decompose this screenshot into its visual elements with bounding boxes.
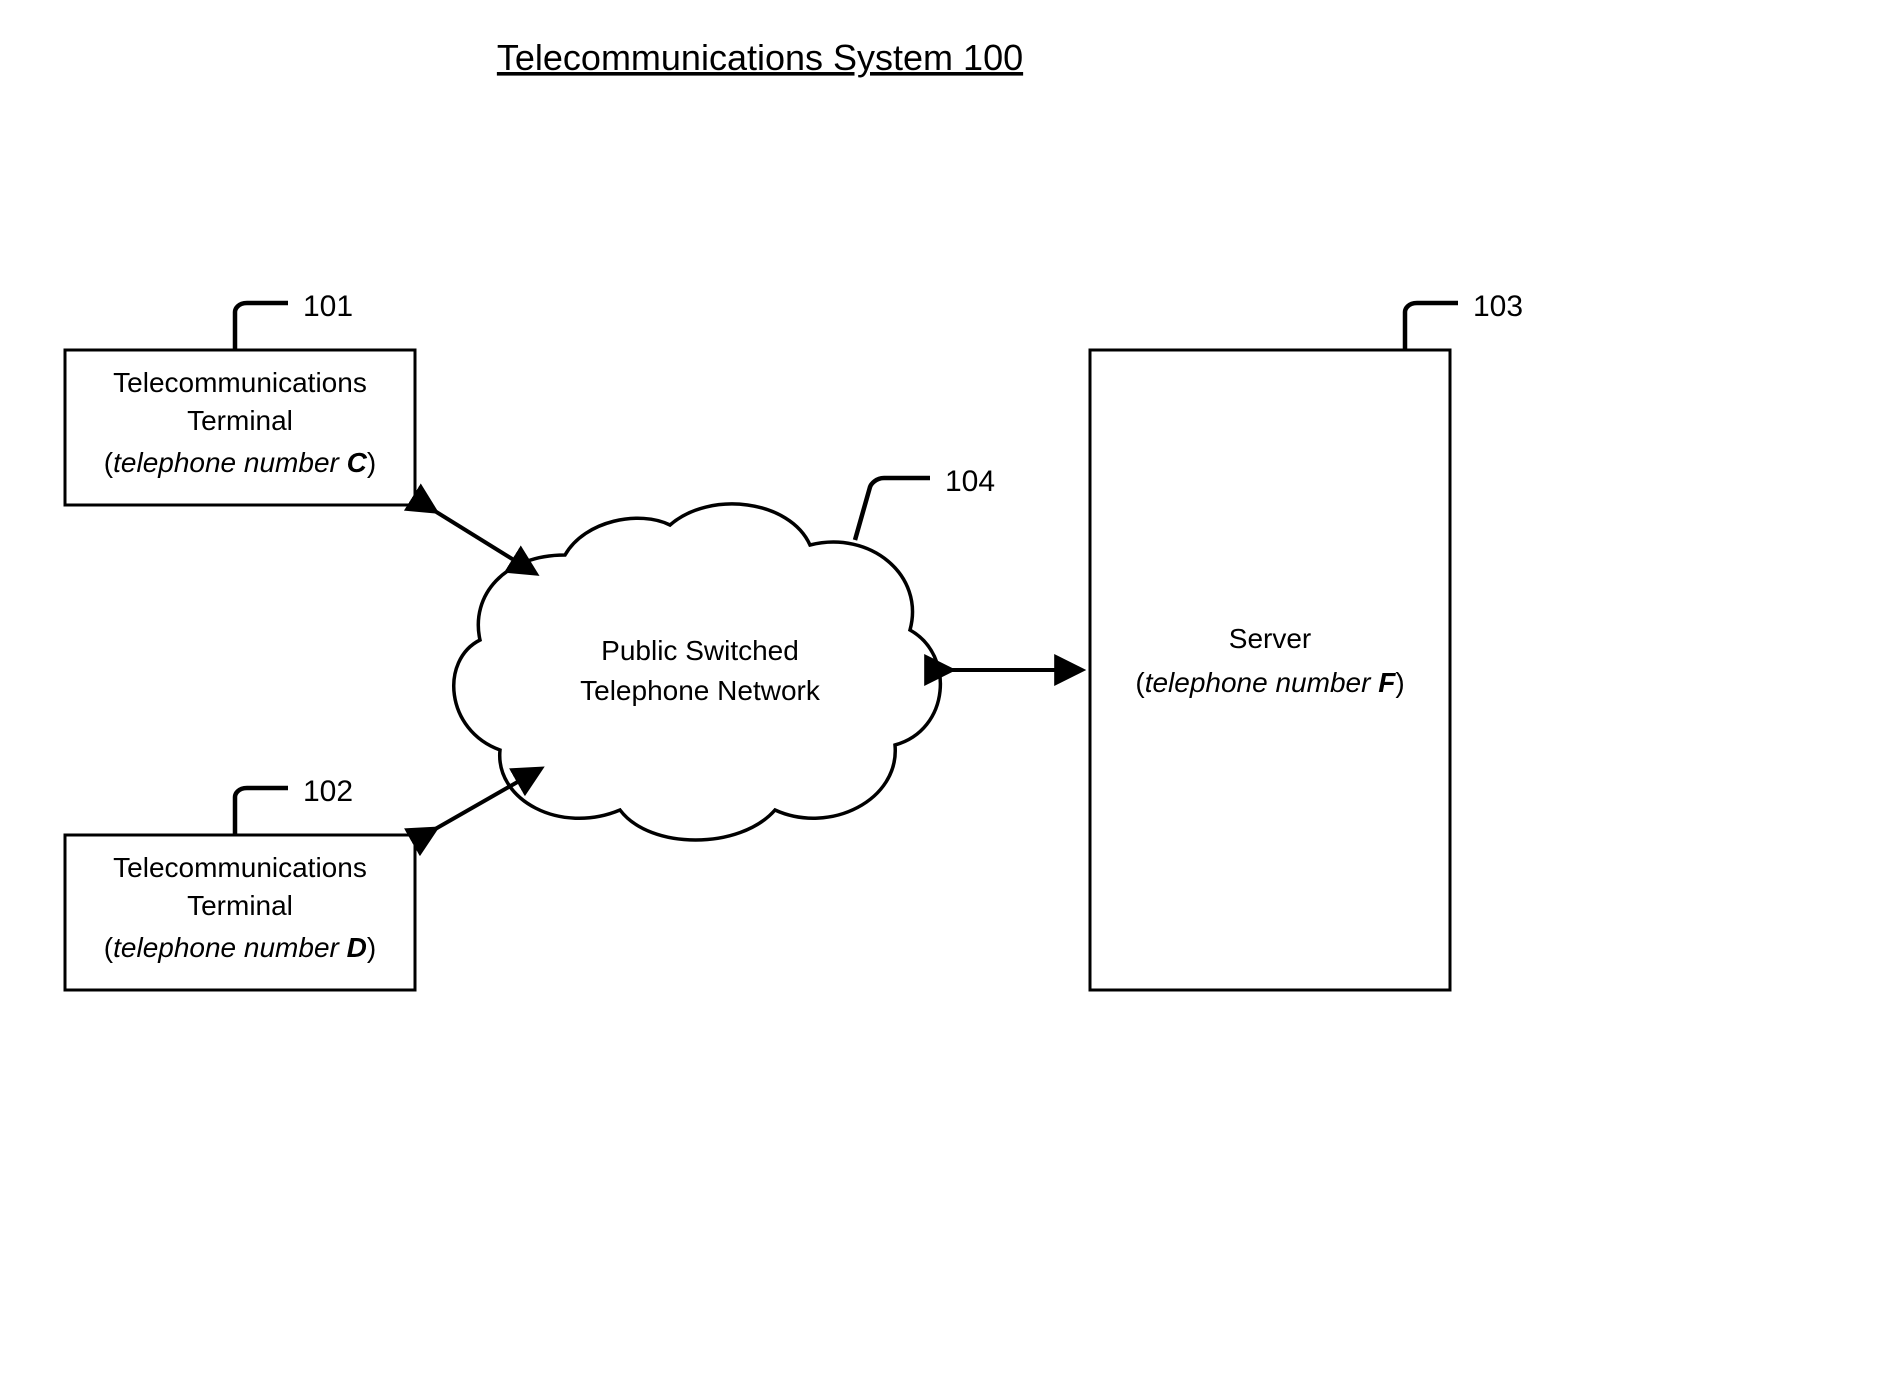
terminal-2-num: 102	[303, 775, 353, 808]
terminal-2-line2: Terminal	[187, 890, 293, 921]
terminal-1-line3: (telephone number C)	[104, 447, 376, 478]
diagram-canvas: Telecommunications System 100 Telecommun…	[0, 0, 1892, 1377]
terminal-1-line2: Terminal	[187, 405, 293, 436]
server-line1: Server	[1229, 623, 1311, 654]
terminal-2: Telecommunications Terminal (telephone n…	[65, 775, 415, 990]
terminal-1: Telecommunications Terminal (telephone n…	[65, 290, 415, 505]
network-cloud: Public Switched Telephone Network 104	[454, 465, 995, 840]
arrow-terminal1-cloud	[430, 508, 530, 570]
server: Server (telephone number F) 103	[1090, 290, 1523, 990]
network-num: 104	[945, 465, 995, 498]
terminal-1-num: 101	[303, 290, 353, 323]
server-num: 103	[1473, 290, 1523, 323]
diagram-title: Telecommunications System 100	[497, 37, 1023, 78]
terminal-2-line3: (telephone number D)	[104, 932, 376, 963]
arrow-terminal2-cloud	[430, 772, 535, 832]
network-line2: Telephone Network	[580, 675, 821, 706]
terminal-1-line1: Telecommunications	[113, 367, 367, 398]
terminal-2-line1: Telecommunications	[113, 852, 367, 883]
server-line2: (telephone number F)	[1135, 667, 1404, 698]
network-line1: Public Switched	[601, 635, 799, 666]
